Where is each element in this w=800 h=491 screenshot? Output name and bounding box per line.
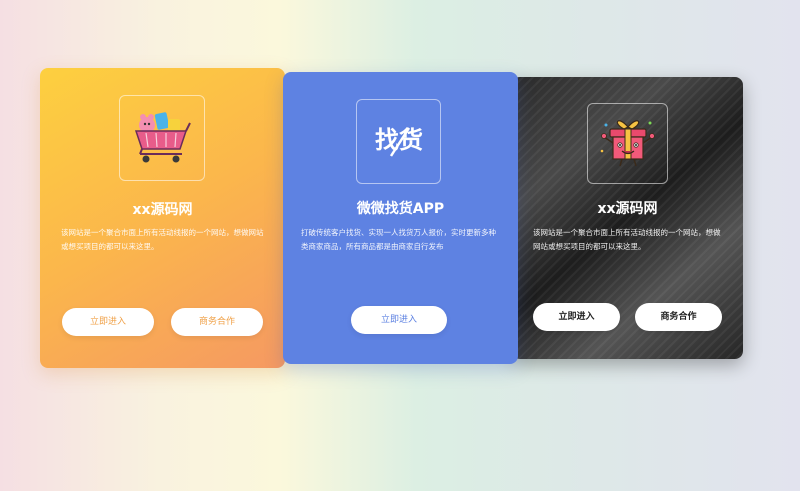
card-title: xx源码网	[597, 201, 658, 217]
gift-box-icon	[598, 113, 658, 175]
logo-text: 找货	[375, 126, 423, 154]
shopping-cart-icon	[130, 107, 194, 169]
enter-button[interactable]: 立即进入	[62, 308, 154, 336]
product-card-2: 找货 微微找货APP 打破传统客户找货、实现一人找货万人报价，实时更新多种类商家…	[283, 72, 518, 364]
zhaohuo-logo-icon: 找货	[369, 120, 429, 164]
card-icon-frame	[587, 103, 668, 184]
enter-button[interactable]: 立即进入	[351, 306, 447, 334]
card-icon-frame	[119, 95, 205, 181]
card-description: 该网站是一个聚合市面上所有活动线报的一个网站，想做网站或想买项目的都可以来这里。	[533, 228, 721, 251]
card-title: xx源码网	[132, 202, 193, 218]
product-card-1: xx源码网 该网站是一个聚合市面上所有活动线报的一个网站，想做网站或想买项目的都…	[40, 68, 285, 368]
business-cooperation-button[interactable]: 商务合作	[635, 303, 722, 331]
card-description: 打破传统客户找货、实现一人找货万人报价，实时更新多种类商家商品，所有商品都是由商…	[301, 228, 496, 251]
card-icon-frame: 找货	[356, 99, 441, 184]
product-card-3: xx源码网 该网站是一个聚合市面上所有活动线报的一个网站，想做网站或想买项目的都…	[512, 77, 743, 359]
card-description: 该网站是一个聚合市面上所有活动线报的一个网站，想做网站或想买项目的都可以来这里。	[61, 228, 264, 251]
business-cooperation-button[interactable]: 商务合作	[171, 308, 263, 336]
card-title: 微微找货APP	[356, 201, 445, 217]
enter-button[interactable]: 立即进入	[533, 303, 620, 331]
